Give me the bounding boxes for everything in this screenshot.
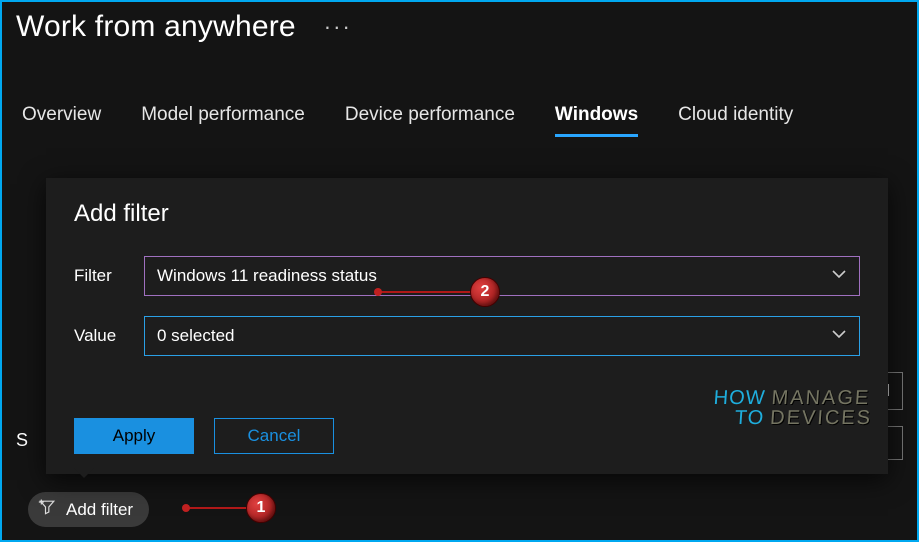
filter-dropdown-value: Windows 11 readiness status bbox=[157, 266, 377, 286]
tab-bar: Overview Model performance Device perfor… bbox=[2, 44, 917, 137]
tab-windows[interactable]: Windows bbox=[555, 104, 638, 137]
more-menu-icon[interactable]: ··· bbox=[324, 14, 352, 40]
apply-button[interactable]: Apply bbox=[74, 418, 194, 454]
annotation-marker-1: 1 bbox=[246, 493, 276, 523]
add-filter-dialog: Add filter Filter Windows 11 readiness s… bbox=[46, 178, 888, 474]
tab-description: Review devices that are evaluated in the… bbox=[2, 137, 917, 157]
annotation-leader-1 bbox=[186, 507, 248, 509]
tab-cloud-identity[interactable]: Cloud identity bbox=[678, 104, 793, 137]
watermark-devices: DEVICES bbox=[770, 408, 873, 428]
cancel-button[interactable]: Cancel bbox=[214, 418, 334, 454]
tab-model-performance[interactable]: Model performance bbox=[141, 104, 305, 137]
chevron-down-icon bbox=[831, 266, 847, 287]
page-title: Work from anywhere bbox=[16, 10, 296, 44]
annotation-leader-2 bbox=[378, 291, 472, 293]
filter-dropdown[interactable]: Windows 11 readiness status bbox=[144, 256, 860, 296]
filter-field-label: Filter bbox=[74, 266, 144, 286]
annotation-marker-2: 2 bbox=[470, 277, 500, 307]
value-dropdown[interactable]: 0 selected bbox=[144, 316, 860, 356]
add-filter-label: Add filter bbox=[66, 500, 133, 520]
value-dropdown-value: 0 selected bbox=[157, 326, 235, 346]
value-field-label: Value bbox=[74, 326, 144, 346]
truncated-letter: S bbox=[16, 430, 28, 451]
tab-device-performance[interactable]: Device performance bbox=[345, 104, 515, 137]
watermark-how: HOW bbox=[713, 388, 766, 408]
watermark-logo: HOW TO MANAGE DEVICES bbox=[712, 388, 875, 428]
watermark-to: TO bbox=[712, 408, 765, 428]
dialog-title: Add filter bbox=[74, 200, 860, 228]
tab-overview[interactable]: Overview bbox=[22, 104, 101, 137]
plus-filter-icon bbox=[38, 498, 58, 521]
add-filter-button[interactable]: Add filter bbox=[28, 492, 149, 527]
watermark-manage: MANAGE bbox=[771, 388, 874, 408]
chevron-down-icon bbox=[831, 326, 847, 347]
